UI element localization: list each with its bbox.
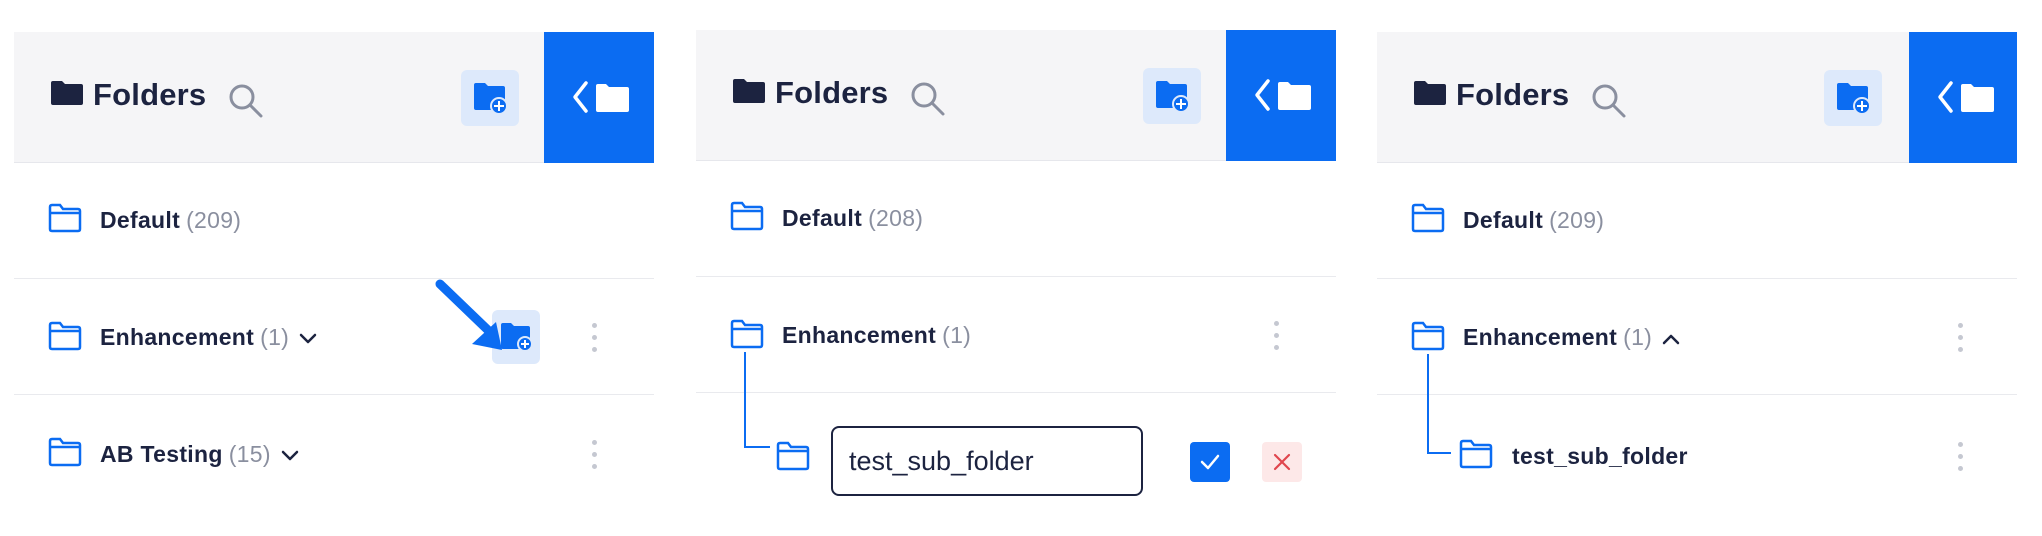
collapse-panel-button[interactable]	[544, 32, 654, 163]
panel-title: Folders	[93, 77, 207, 112]
more-options-icon[interactable]	[1957, 323, 1965, 353]
tree-connector	[744, 352, 770, 448]
confirm-button[interactable]	[1190, 442, 1230, 482]
chevron-up-icon[interactable]	[1662, 333, 1680, 345]
new-folder-button[interactable]	[1824, 70, 1882, 126]
new-folder-button[interactable]	[461, 70, 519, 126]
folder-outline-icon	[48, 203, 82, 233]
folders-panel-1: Folders Default (209) Enhancement (1) AB T…	[14, 32, 654, 502]
folder-outline-icon	[1459, 439, 1493, 469]
collapse-panel-button[interactable]	[1909, 32, 2017, 163]
folder-label: Enhancement (1)	[782, 322, 972, 348]
folder-outline-icon	[48, 437, 82, 467]
search-icon[interactable]	[910, 81, 946, 117]
folder-outline-icon	[1411, 203, 1445, 233]
folder-filled-icon	[1414, 81, 1446, 105]
folder-row-ab-testing[interactable]: AB Testing (15)	[14, 395, 654, 502]
more-options-icon[interactable]	[591, 323, 599, 353]
folder-row-default[interactable]: Default (209)	[14, 163, 654, 279]
folder-count: (209)	[1549, 207, 1605, 233]
pointer-arrow-icon	[435, 279, 502, 350]
chevron-down-icon[interactable]	[281, 450, 299, 462]
folder-label: AB Testing (15)	[100, 441, 299, 468]
folder-row-default[interactable]: Default (208)	[696, 161, 1336, 277]
folders-panel-3: Folders Default (209) Enhancement (1) test…	[1377, 32, 2017, 502]
folder-count: (15)	[228, 441, 271, 467]
folder-label: test_sub_folder	[1512, 443, 1688, 469]
folder-row-test-sub-folder[interactable]: test_sub_folder	[1377, 395, 2017, 502]
search-icon[interactable]	[1591, 83, 1627, 119]
more-options-icon[interactable]	[591, 440, 599, 470]
chevron-left-folder-icon	[573, 81, 629, 113]
folder-count: (209)	[186, 207, 242, 233]
folder-plus-icon	[1156, 81, 1190, 112]
folders-header: Folders	[1377, 32, 2017, 163]
folder-label: Enhancement (1)	[100, 324, 317, 351]
folder-outline-icon	[776, 441, 810, 471]
folder-count: (1)	[942, 322, 972, 348]
check-icon	[1200, 454, 1220, 470]
folder-filled-icon	[733, 79, 765, 103]
folders-header: Folders	[696, 30, 1336, 161]
folder-filled-icon	[51, 81, 83, 105]
folder-outline-icon	[1411, 321, 1445, 351]
chevron-down-icon[interactable]	[299, 333, 317, 345]
folder-label: Enhancement (1)	[1463, 324, 1680, 351]
folder-outline-icon	[730, 201, 764, 231]
folder-row-default[interactable]: Default (209)	[1377, 163, 2017, 279]
more-options-icon[interactable]	[1273, 321, 1281, 351]
folder-count: (1)	[1623, 324, 1653, 350]
folder-count: (208)	[868, 205, 924, 231]
new-folder-button[interactable]	[1143, 68, 1201, 124]
folder-row-enhancement[interactable]: Enhancement (1)	[14, 279, 654, 395]
more-options-icon[interactable]	[1957, 442, 1965, 472]
folder-row-enhancement[interactable]: Enhancement (1)	[696, 277, 1336, 393]
cancel-button[interactable]	[1262, 442, 1302, 482]
folder-label: Default (209)	[100, 207, 242, 233]
collapse-panel-button[interactable]	[1226, 30, 1336, 161]
folder-outline-icon	[730, 319, 764, 349]
panel-title: Folders	[775, 75, 889, 110]
folders-panel-2: Folders Default (208) Enhancement (1)	[696, 30, 1336, 500]
chevron-left-folder-icon	[1255, 79, 1311, 111]
search-icon[interactable]	[228, 83, 264, 119]
folder-row-enhancement[interactable]: Enhancement (1)	[1377, 279, 2017, 395]
close-icon	[1273, 453, 1291, 471]
folder-plus-icon	[474, 83, 508, 114]
folder-label: Default (208)	[782, 205, 924, 231]
folder-label: Default (209)	[1463, 207, 1605, 233]
tree-connector	[1427, 354, 1451, 454]
folder-plus-icon	[1837, 83, 1871, 114]
new-folder-name-input[interactable]	[831, 426, 1143, 496]
chevron-left-folder-icon	[1938, 81, 1994, 113]
folder-outline-icon	[48, 321, 82, 351]
folder-count: (1)	[260, 324, 290, 350]
panel-title: Folders	[1456, 77, 1570, 112]
folders-header: Folders	[14, 32, 654, 163]
